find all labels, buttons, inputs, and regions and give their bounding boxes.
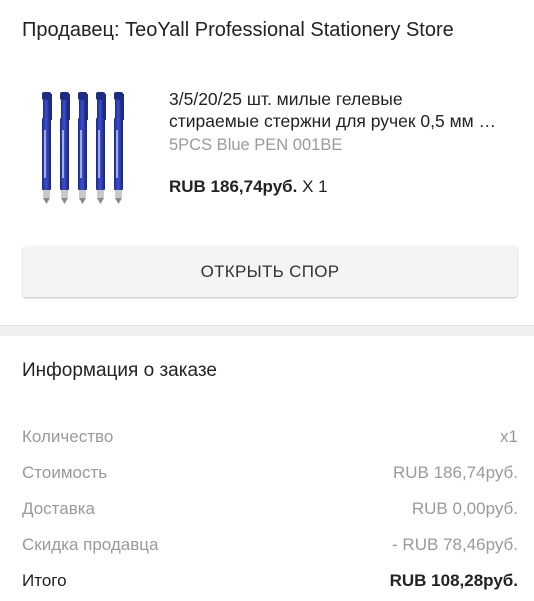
order-row-value: RUB 108,28руб. [389, 571, 518, 590]
open-dispute-button[interactable]: ОТКРЫТЬ СПОР [23, 246, 517, 297]
product-variant: 5PCS Blue PEN 001BE [169, 136, 343, 154]
product-title-line-1: 3/5/20/25 шт. милые гелевые [169, 89, 403, 109]
order-row-label: Доставка [22, 499, 96, 518]
order-row-quantity: Количество x1 [22, 425, 518, 449]
pens-image-icon [42, 92, 124, 204]
order-row-shipping: Доставка RUB 0,00руб. [22, 497, 518, 521]
order-row-cost: Стоимость RUB 186,74руб. [22, 461, 518, 485]
order-row-label: Скидка продавца [22, 535, 159, 554]
order-row-value: RUB 186,74руб. [392, 463, 518, 482]
order-row-value: RUB 0,00руб. [411, 499, 518, 518]
product-title-line-2: стираемые стержни для ручек 0,5 мм … [169, 111, 497, 131]
order-row-seller-discount: Скидка продавца - RUB 78,46руб. [22, 533, 518, 557]
order-row-label: Итого [22, 571, 67, 590]
section-divider [0, 325, 534, 336]
product-price-row: RUB 186,74руб. X 1 [169, 177, 328, 197]
product-quantity: X 1 [302, 177, 328, 196]
order-row-total: Итого RUB 108,28руб. [22, 569, 518, 593]
order-row-label: Количество [22, 427, 114, 446]
order-info-title: Информация о заказе [22, 360, 217, 381]
order-row-value: x1 [500, 427, 518, 446]
seller-name[interactable]: Продавец: TeoYall Professional Stationer… [22, 19, 454, 42]
product-image[interactable] [24, 78, 152, 216]
order-row-value: - RUB 78,46руб. [392, 535, 518, 554]
order-row-label: Стоимость [22, 463, 108, 482]
product-title[interactable]: 3/5/20/25 шт. милые гелевые стираемые ст… [169, 88, 519, 132]
product-price: RUB 186,74руб. [169, 177, 298, 196]
